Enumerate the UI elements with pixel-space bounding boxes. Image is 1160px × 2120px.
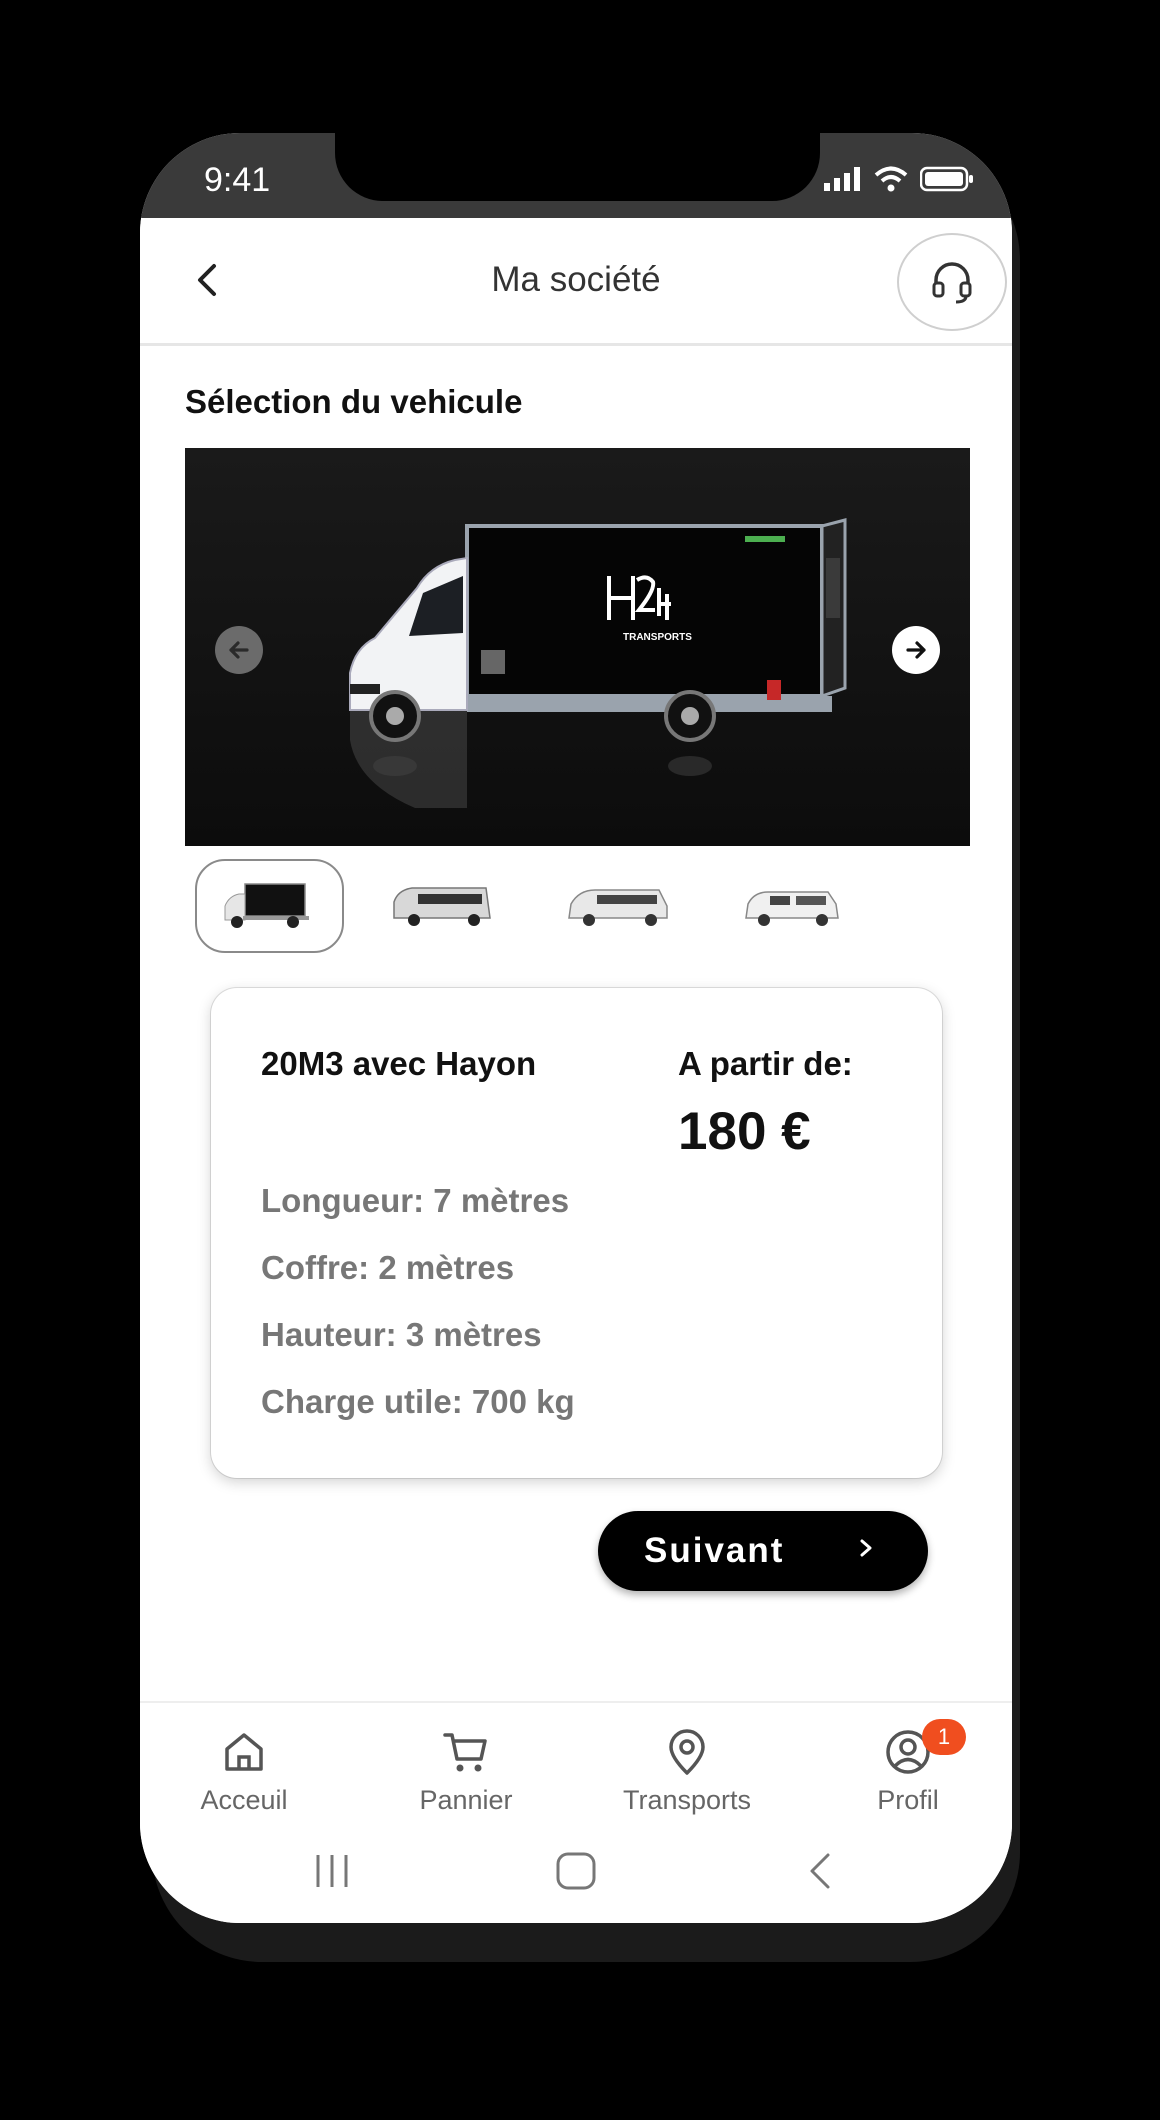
system-back-icon[interactable] bbox=[802, 1849, 838, 1893]
vehicle-specs: Longueur: 7 mètres Coffre: 2 mètres Haut… bbox=[261, 1181, 575, 1449]
nav-item-transports[interactable]: Transports bbox=[597, 1725, 777, 1816]
carousel-next-button[interactable] bbox=[892, 626, 940, 674]
carousel-prev-button[interactable] bbox=[215, 626, 263, 674]
signal-icon bbox=[824, 167, 860, 191]
vehicle-thumbnails bbox=[195, 859, 975, 953]
box-truck-thumbnail[interactable] bbox=[195, 859, 344, 953]
spec-height: Hauteur: 3 mètres bbox=[261, 1316, 542, 1353]
vehicle-name: 20M3 avec Hayon bbox=[261, 1045, 537, 1082]
nav-label-home: Acceuil bbox=[200, 1785, 288, 1815]
recent-apps-icon[interactable] bbox=[310, 1851, 354, 1891]
nav-item-profile[interactable]: 1 Profil bbox=[818, 1719, 998, 1816]
arrow-right-icon bbox=[906, 641, 926, 659]
spec-length: Longueur: 7 mètres bbox=[261, 1182, 570, 1219]
chevron-right-icon bbox=[860, 1539, 872, 1557]
box-truck-image: TRANSPORTS bbox=[185, 448, 970, 846]
location-pin-icon bbox=[669, 1729, 705, 1775]
next-button[interactable]: Suivant bbox=[598, 1511, 928, 1591]
van-thumbnail[interactable] bbox=[370, 859, 515, 949]
vehicle-details-card: 20M3 avec Hayon A partir de: 180 € Longu… bbox=[211, 988, 942, 1478]
small-van-thumbnail[interactable] bbox=[720, 859, 865, 949]
spec-trunk: Coffre: 2 mètres bbox=[261, 1249, 515, 1286]
home-button-icon[interactable] bbox=[555, 1851, 597, 1891]
notification-badge: 1 bbox=[922, 1719, 966, 1755]
vehicle-carousel: TRANSPORTS bbox=[185, 448, 970, 846]
app-header: Ma société bbox=[140, 218, 1012, 346]
status-time: 9:41 bbox=[204, 161, 271, 199]
brand-text: TRANSPORTS bbox=[623, 632, 692, 643]
status-bar: 9:41 bbox=[140, 133, 1012, 218]
nav-label-cart: Pannier bbox=[419, 1785, 513, 1815]
minivan-thumbnail[interactable] bbox=[545, 859, 690, 949]
small-van-thumbnail-image bbox=[744, 891, 839, 926]
nav-label-profile: Profil bbox=[877, 1785, 939, 1815]
support-button[interactable] bbox=[897, 233, 1007, 331]
section-title: Sélection du vehicule bbox=[185, 383, 523, 420]
spec-payload: Charge utile: 700 kg bbox=[261, 1383, 575, 1420]
nav-item-home[interactable]: Acceuil bbox=[154, 1725, 334, 1816]
bottom-navigation: Acceuil Pannier Transports 1 Profil bbox=[140, 1701, 1012, 1823]
van-thumbnail-image bbox=[392, 887, 491, 926]
system-navigation-bar bbox=[140, 1821, 1012, 1923]
headset-icon bbox=[932, 262, 972, 304]
battery-icon bbox=[920, 166, 973, 192]
phone-screen: 9:41 Ma société Sélection du vehicule TR… bbox=[140, 133, 1012, 1923]
minivan-thumbnail-image bbox=[567, 889, 668, 926]
nav-label-transports: Transports bbox=[622, 1785, 752, 1815]
status-icons bbox=[824, 166, 974, 192]
nav-item-cart[interactable]: Pannier bbox=[376, 1725, 556, 1816]
cart-icon bbox=[443, 1733, 487, 1772]
price-value: 180 € bbox=[678, 1102, 811, 1161]
notch bbox=[335, 133, 820, 201]
box-truck-thumbnail-image bbox=[224, 883, 309, 928]
arrow-left-icon bbox=[229, 641, 249, 659]
wifi-icon bbox=[874, 166, 908, 192]
price-label: A partir de: bbox=[678, 1045, 853, 1082]
home-icon bbox=[225, 1733, 263, 1771]
next-button-label: Suivant bbox=[644, 1531, 785, 1570]
page-title: Ma société bbox=[491, 260, 661, 299]
